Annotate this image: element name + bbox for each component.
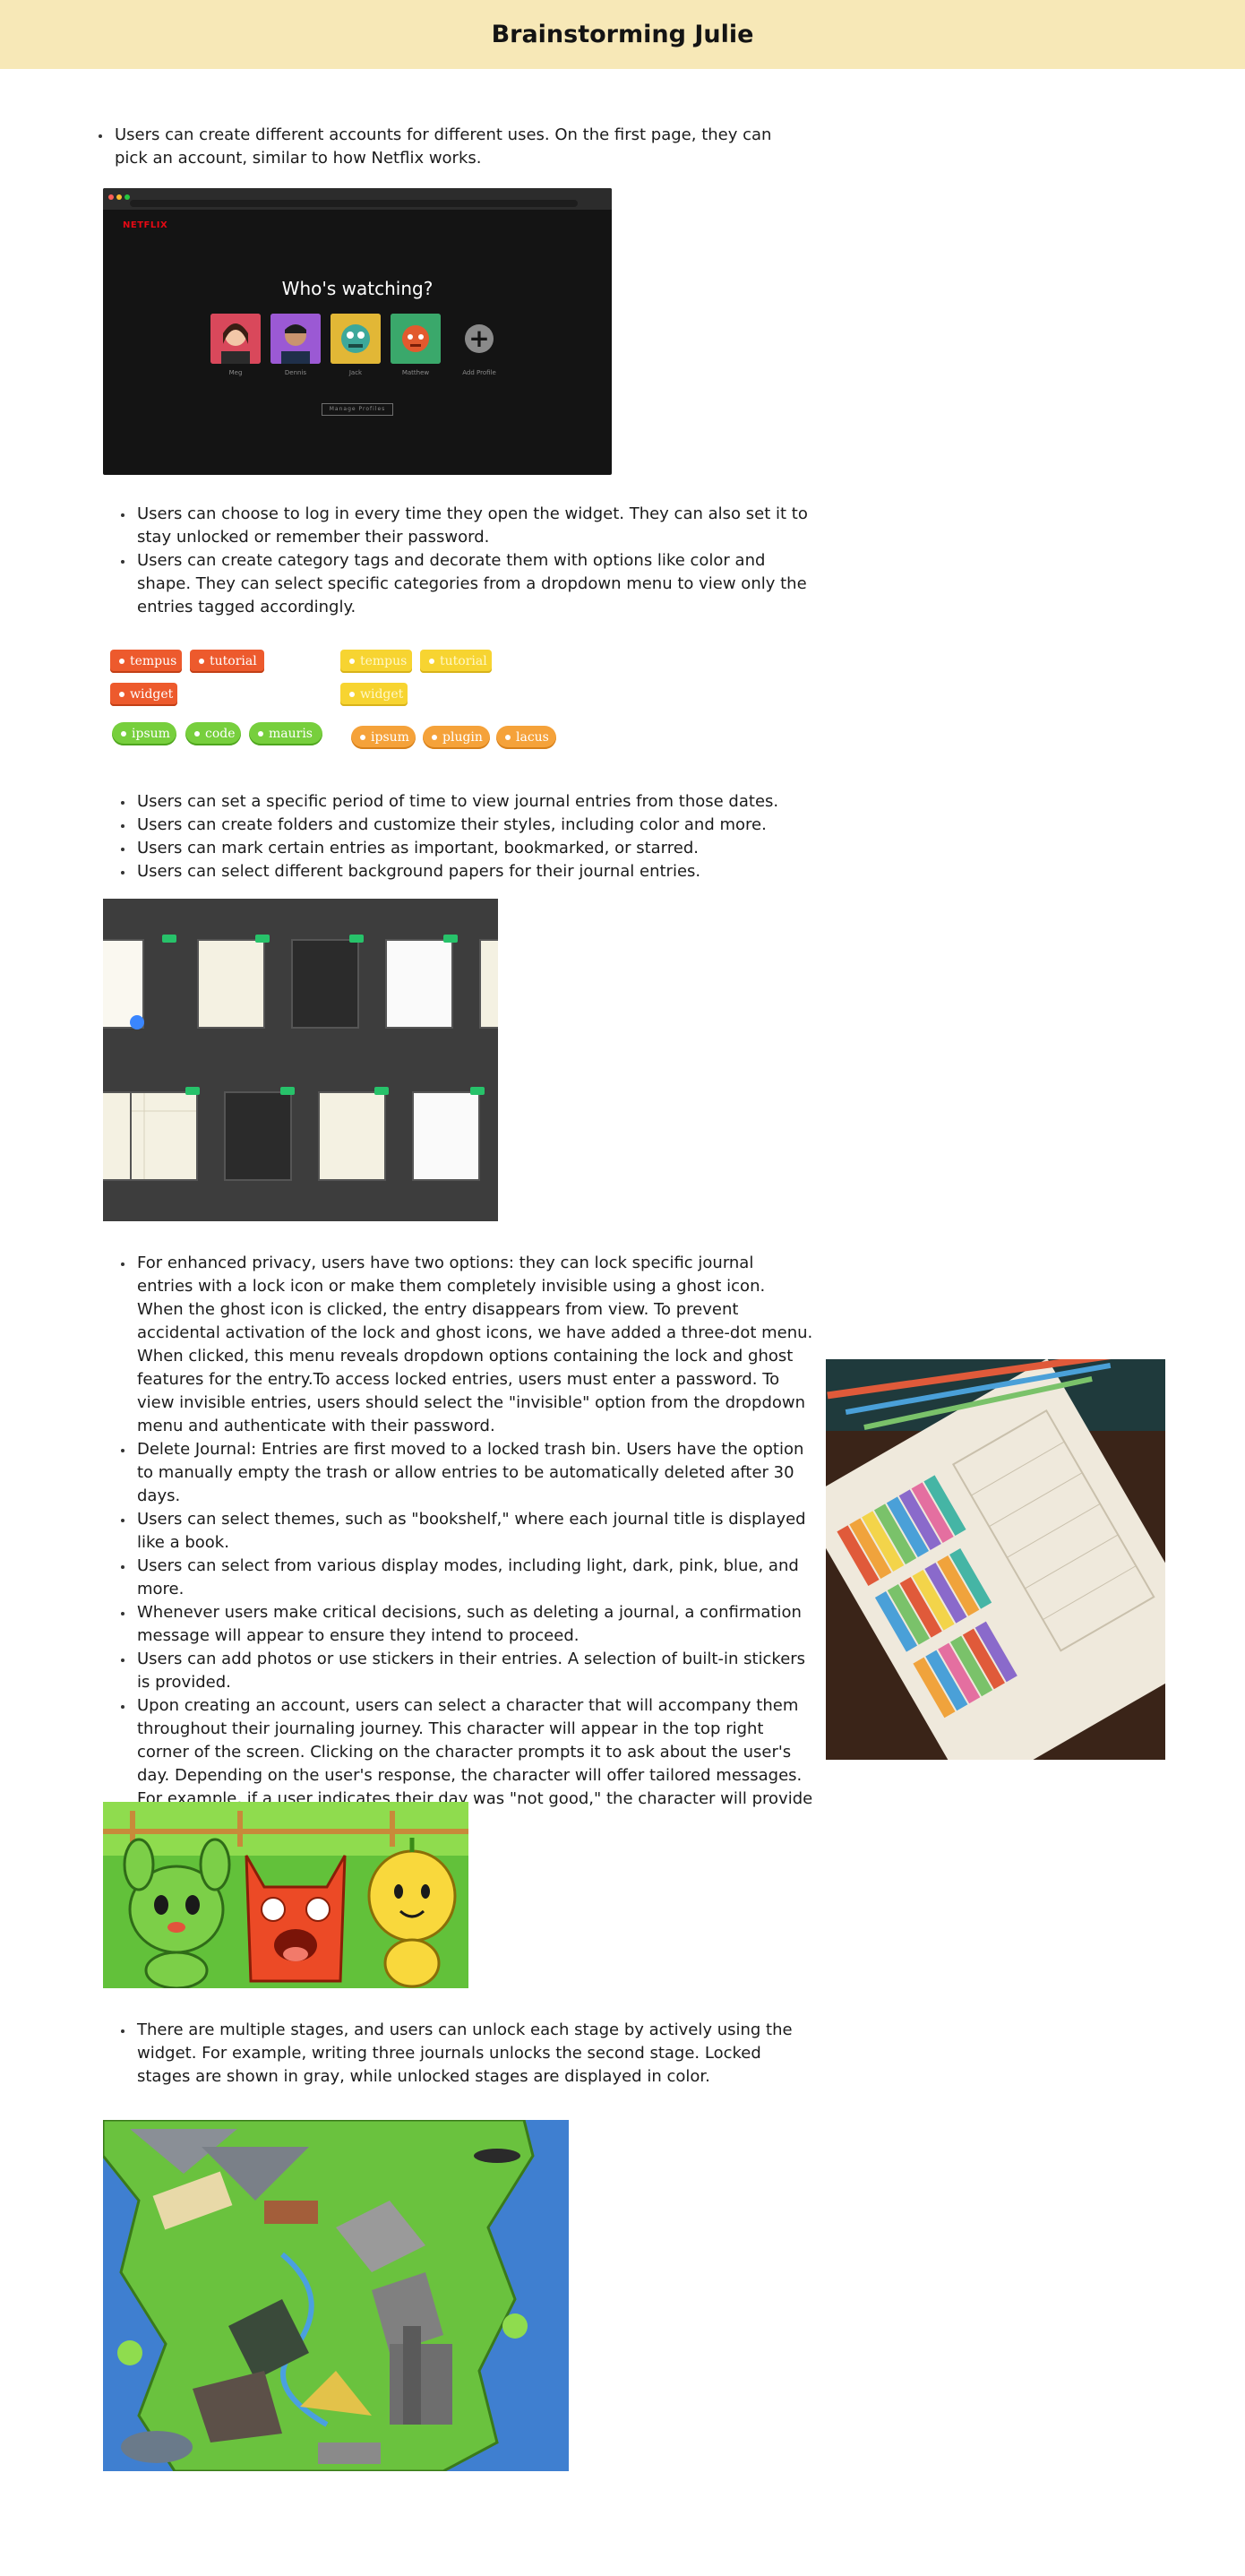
page-header: Brainstorming Julie bbox=[0, 0, 1245, 69]
paper-thumbnail bbox=[385, 939, 453, 1029]
list-item: Users can add photos or use stickers in … bbox=[119, 1648, 813, 1694]
browser-chrome bbox=[103, 188, 612, 210]
tag-green: ipsum bbox=[112, 722, 176, 745]
selected-check-icon bbox=[130, 1015, 144, 1030]
tag-examples: tempus tutorial widget tempus tutorial w… bbox=[103, 645, 569, 753]
list-item: Users can create category tags and decor… bbox=[119, 549, 813, 619]
companion-characters-image bbox=[103, 1802, 468, 1988]
list-item: Users can select different background pa… bbox=[119, 860, 813, 883]
tag-green: mauris bbox=[249, 722, 322, 745]
page-title: Brainstorming Julie bbox=[491, 21, 754, 48]
list-item: Users can set a specific period of time … bbox=[119, 790, 813, 814]
badge-icon bbox=[162, 935, 176, 943]
list-item: Users can create different accounts for … bbox=[97, 124, 777, 170]
add-profile-icon: + bbox=[465, 324, 494, 353]
login-tags-bullet-list: Users can choose to log in every time th… bbox=[119, 503, 813, 619]
window-dot-icon bbox=[116, 194, 122, 200]
profile-name: Dennis bbox=[284, 369, 307, 376]
paper-thumbnail bbox=[291, 939, 359, 1029]
list-item: Delete Journal: Entries are first moved … bbox=[119, 1438, 813, 1508]
list-item: Users can choose to log in every time th… bbox=[119, 503, 813, 549]
stage-map-image bbox=[103, 2120, 569, 2471]
stages-bullet-list: There are multiple stages, and users can… bbox=[119, 2019, 813, 2089]
tag-red: tempus bbox=[110, 650, 182, 673]
list-item: Users can select from various display mo… bbox=[119, 1555, 813, 1601]
paper-thumbnail bbox=[224, 1091, 292, 1181]
profile-avatar-matthew bbox=[391, 314, 441, 364]
tag-red: tutorial bbox=[190, 650, 264, 673]
profile-name: Jack bbox=[348, 369, 363, 376]
background-paper-screenshot bbox=[103, 899, 498, 1221]
window-dot-icon bbox=[108, 194, 114, 200]
tag-orange: lacus bbox=[496, 726, 556, 749]
tag-orange: plugin bbox=[423, 726, 490, 749]
profile-title: Who's watching? bbox=[281, 278, 434, 299]
paper-thumbnail bbox=[318, 1091, 386, 1181]
list-item: Users can mark certain entries as import… bbox=[119, 837, 813, 860]
badge-icon bbox=[374, 1087, 389, 1095]
profile-name: Matthew bbox=[401, 369, 430, 376]
features-bullet-list: For enhanced privacy, users have two opt… bbox=[119, 1252, 813, 1834]
profile-avatar-dennis bbox=[270, 314, 321, 364]
paper-thumbnail bbox=[412, 1091, 480, 1181]
manage-profiles-button: Manage Profiles bbox=[322, 403, 393, 416]
badge-icon bbox=[349, 935, 364, 943]
tag-yellow: tutorial bbox=[420, 650, 492, 673]
badge-icon bbox=[470, 1087, 485, 1095]
profile-name: Add Profile bbox=[462, 369, 496, 376]
list-item: There are multiple stages, and users can… bbox=[119, 2019, 813, 2089]
list-item: Users can select themes, such as "booksh… bbox=[119, 1508, 813, 1555]
profile-avatar-meg bbox=[210, 314, 261, 364]
badge-icon bbox=[255, 935, 270, 943]
tag-orange: ipsum bbox=[351, 726, 416, 749]
badge-icon bbox=[443, 935, 458, 943]
badge-icon bbox=[280, 1087, 295, 1095]
profile-name: Meg bbox=[228, 369, 243, 376]
bookshelf-journal-photo bbox=[826, 1359, 1165, 1760]
address-bar bbox=[130, 200, 578, 207]
tag-green: code bbox=[185, 722, 241, 745]
netflix-profile-screenshot: NETFLIX Who's watching? Meg Dennis Jack … bbox=[103, 188, 612, 475]
list-item: Whenever users make critical decisions, … bbox=[119, 1601, 813, 1648]
tag-red: widget bbox=[110, 683, 177, 706]
profile-avatar-jack bbox=[331, 314, 381, 364]
list-item: Users can create folders and customize t… bbox=[119, 814, 813, 837]
tag-yellow: widget bbox=[340, 683, 408, 706]
paper-thumbnail bbox=[479, 939, 498, 1029]
list-item: For enhanced privacy, users have two opt… bbox=[119, 1252, 813, 1438]
paper-thumbnail bbox=[197, 939, 265, 1029]
window-dot-icon bbox=[124, 194, 130, 200]
paper-thumbnail bbox=[130, 1091, 198, 1181]
badge-icon bbox=[185, 1087, 200, 1095]
tag-yellow: tempus bbox=[340, 650, 412, 673]
netflix-logo: NETFLIX bbox=[123, 220, 168, 230]
entries-bullet-list: Users can set a specific period of time … bbox=[119, 790, 813, 883]
accounts-bullet-list: Users can create different accounts for … bbox=[97, 124, 777, 170]
